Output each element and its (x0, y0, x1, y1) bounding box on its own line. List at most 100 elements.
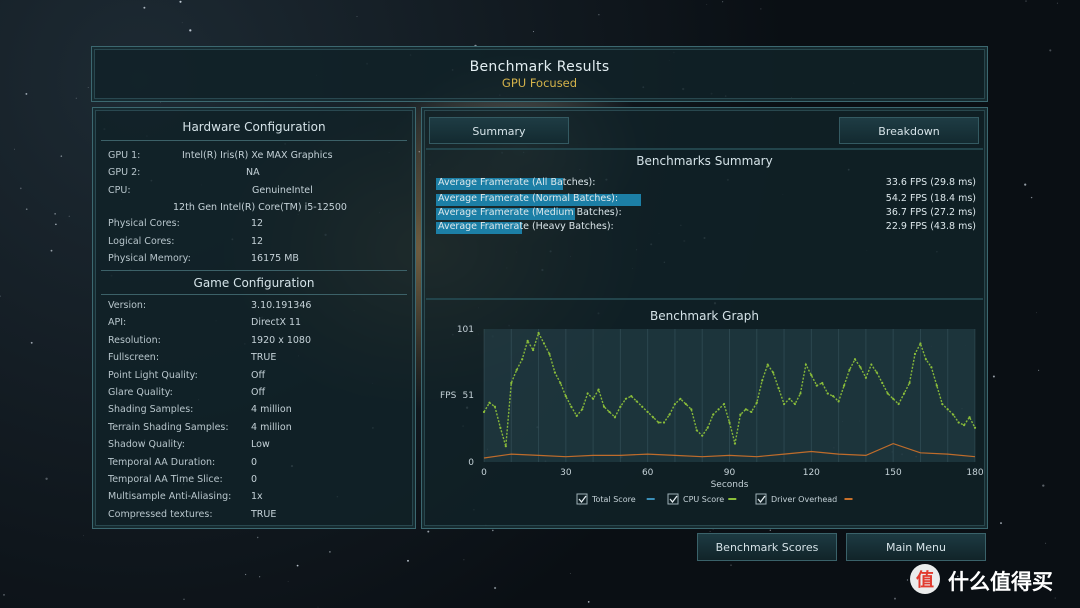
data-point (859, 366, 862, 369)
hardware-label: Physical Memory: (108, 253, 191, 264)
star (407, 559, 409, 562)
data-point (586, 392, 589, 395)
star (329, 551, 331, 553)
data-point (592, 397, 595, 400)
data-point (521, 358, 524, 361)
game-config-value: TRUE (251, 352, 277, 364)
summary-bar-row: Average Framerate (Heavy Batches): 22.9 F… (436, 221, 976, 234)
data-point (957, 421, 960, 424)
star (54, 213, 56, 215)
game-config-label: API: (108, 317, 127, 329)
data-point (744, 408, 747, 411)
benchmark-scores-button[interactable]: Benchmark Scores (697, 533, 837, 561)
data-point (706, 426, 709, 429)
star (722, 1, 724, 3)
data-point (875, 371, 878, 374)
star (730, 564, 732, 566)
data-point (837, 400, 840, 403)
star (256, 536, 259, 539)
divider (426, 298, 983, 300)
star (1045, 542, 1047, 544)
hardware-label: CPU: (108, 185, 131, 196)
data-point (941, 402, 944, 406)
data-point (657, 421, 660, 424)
data-point (493, 405, 497, 408)
data-point (515, 368, 518, 371)
data-point (542, 342, 546, 345)
data-point (793, 402, 797, 406)
hardware-label: Logical Cores: (108, 236, 175, 247)
data-point (701, 434, 704, 437)
summary-bar-label: Average Framerate (Medium Batches): (438, 207, 622, 218)
watermark-text: 什么值得买 (948, 570, 1053, 594)
game-config-label: Compressed textures: (108, 508, 213, 520)
star (1056, 2, 1058, 4)
hardware-label: GPU 2: (108, 167, 141, 178)
game-config-label: Fullscreen: (108, 352, 160, 364)
data-point (597, 388, 600, 391)
data-point (881, 381, 884, 385)
game-config-label: Temporal AA Time Slice: (108, 474, 223, 485)
game-config-value: Off (251, 369, 266, 381)
hardware-value: 16175 MB (251, 253, 299, 264)
data-point (946, 408, 949, 411)
data-point (575, 414, 578, 418)
data-point (968, 416, 971, 419)
star (1049, 49, 1052, 52)
summary-bar-value: 36.7 FPS (27.2 ms) (885, 207, 976, 218)
star (143, 6, 146, 9)
main-menu-button[interactable]: Main Menu (846, 533, 986, 561)
x-tick-label: 0 (481, 468, 487, 478)
data-point (684, 402, 687, 406)
watermark-logo-icon: 值 (910, 564, 940, 594)
data-point (532, 348, 535, 352)
data-point (952, 413, 955, 416)
data-point (908, 381, 911, 385)
data-point (772, 371, 775, 374)
y-axis-label: FPS (440, 391, 457, 401)
data-point (739, 413, 742, 416)
data-point (635, 400, 638, 403)
data-point (755, 401, 758, 404)
data-point (799, 392, 802, 395)
tab-breakdown[interactable]: Breakdown (839, 117, 979, 144)
star (317, 606, 319, 608)
data-point (886, 392, 889, 395)
star (463, 559, 465, 561)
star (30, 341, 33, 344)
y-tick-label: 101 (457, 325, 474, 335)
summary-bar-row: Average Framerate (Medium Batches): 36.7 … (436, 207, 976, 220)
data-point (902, 392, 906, 395)
data-point (668, 413, 671, 416)
data-point (712, 413, 715, 416)
hardware-value: NA (246, 167, 260, 178)
page-title: Benchmark Results (469, 59, 610, 75)
star (992, 375, 995, 378)
star (418, 151, 420, 153)
data-point (766, 363, 769, 366)
summary-bar-row: Average Framerate (All Batches): 33.6 FPS… (436, 177, 976, 190)
game-config-value: DirectX 11 (251, 317, 302, 329)
star (259, 576, 261, 578)
x-tick-label: 150 (885, 468, 902, 478)
legend-label: Driver Overhead (771, 495, 837, 504)
star (1054, 597, 1056, 599)
legend-checkbox (755, 493, 767, 505)
data-point (717, 408, 720, 411)
star (296, 564, 299, 567)
game-config-value: Off (251, 387, 266, 398)
summary-bar-value: 22.9 FPS (43.8 ms) (885, 221, 976, 232)
hardware-value: GenuineIntel (252, 185, 313, 196)
divider (101, 294, 407, 295)
star (82, 535, 84, 537)
data-point (641, 405, 644, 408)
star (3, 594, 5, 596)
data-point (897, 402, 900, 406)
x-axis-label: Seconds (711, 480, 749, 490)
data-point (662, 421, 666, 424)
summary-bar-label: Average Framerate (All Batches): (438, 177, 596, 188)
benchmark-graph: 0 30 60 90 120 150 180 0 51 101 FPS Seconds Total Sc… (440, 325, 984, 505)
benchmarks-summary-title: Benchmarks Summary (636, 154, 773, 168)
watermark: 值 什么值得买 (908, 562, 1068, 596)
tab-summary[interactable]: Summary (429, 117, 569, 144)
